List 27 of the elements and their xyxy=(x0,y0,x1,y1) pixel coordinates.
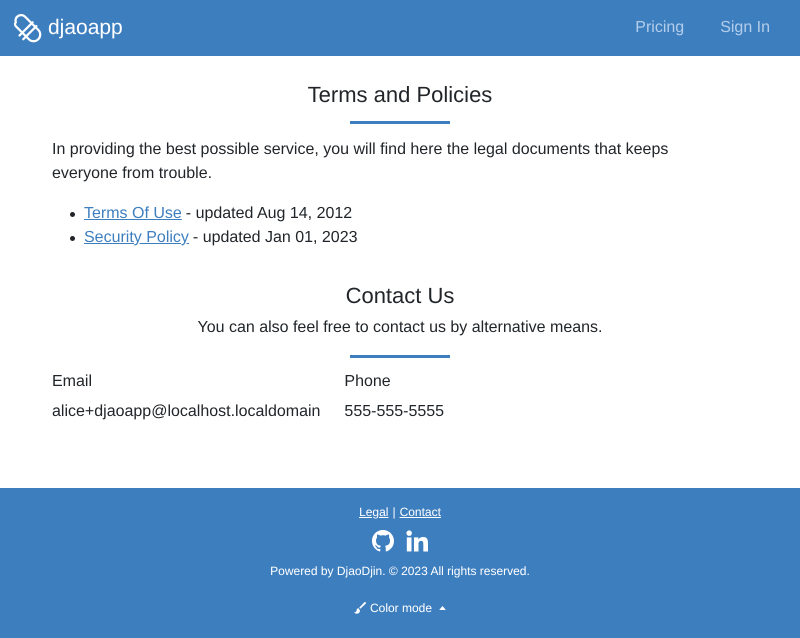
intro-text: In providing the best possible service, you will find here the legal documents that keeps everyone from trouble. xyxy=(52,140,670,184)
update-note: - updated Aug 14, 2012 xyxy=(186,204,352,224)
section-title: Contact Us xyxy=(344,283,456,309)
document-link[interactable]: Terms Of Use xyxy=(84,202,182,226)
nav-link[interactable]: Sign In xyxy=(720,17,770,39)
bullet-icon xyxy=(70,236,75,240)
color-mode-button[interactable]: Color mode xyxy=(354,600,446,616)
github-icon[interactable] xyxy=(372,530,394,552)
footer-link[interactable]: Legal xyxy=(359,504,388,520)
linkedin-icon[interactable] xyxy=(406,530,428,552)
document-link[interactable]: Security Policy xyxy=(84,226,189,250)
field-label: Phone xyxy=(344,372,391,392)
section-title: Terms and Policies xyxy=(306,82,494,108)
field-value: alice+djaoapp@localhost.localdomain xyxy=(52,402,320,422)
bullet-icon xyxy=(70,212,75,216)
update-note: - updated Jan 01, 2023 xyxy=(192,228,358,248)
link-separator: | xyxy=(392,504,396,520)
contact-subtitle: You can also feel free to contact us by alternative means. xyxy=(196,318,604,338)
brand-link[interactable]: djaoapp xyxy=(12,13,123,43)
field-value: 555-555-5555 xyxy=(344,402,444,422)
field-label: Email xyxy=(52,372,92,392)
brush-icon xyxy=(354,602,366,614)
caret-icon xyxy=(439,606,446,610)
nav-link[interactable]: Pricing xyxy=(635,17,684,39)
footer-link[interactable]: Contact xyxy=(400,504,441,520)
logo-icon xyxy=(12,13,42,43)
copyright-text: Powered by DjaoDjin. © 2023 All rights reserved. xyxy=(270,563,530,579)
